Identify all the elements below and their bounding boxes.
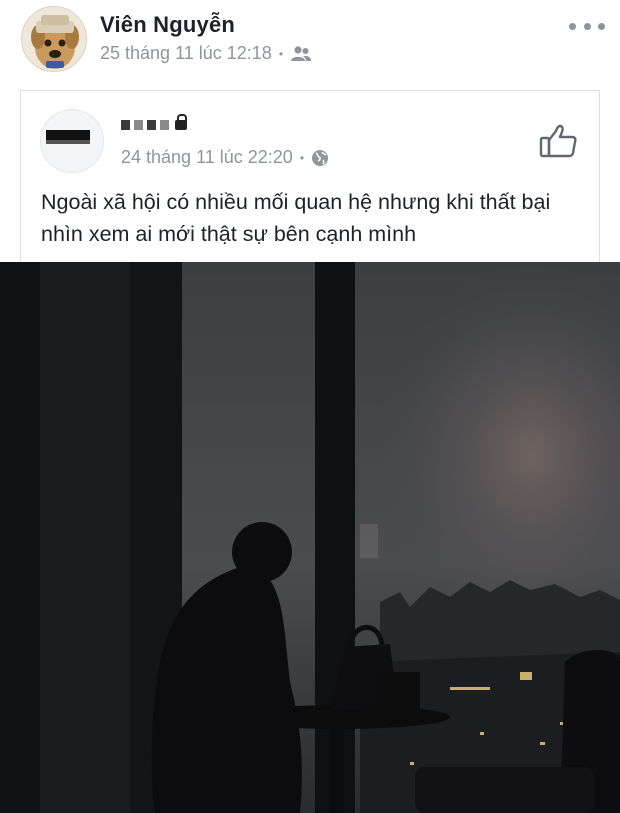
author-avatar[interactable] xyxy=(21,6,87,72)
shared-author-name-redacted[interactable] xyxy=(121,114,187,133)
dog-avatar-icon xyxy=(22,7,86,71)
globe-icon[interactable] xyxy=(311,149,329,167)
thumbs-up-icon xyxy=(539,124,577,158)
author-name[interactable]: Viên Nguyễn xyxy=(100,12,235,38)
shared-post-text: Ngoài xã hội có nhiều mối quan hệ nhưng … xyxy=(41,190,551,246)
post-photo[interactable] xyxy=(0,262,620,813)
dot-separator: • xyxy=(278,46,284,61)
post-header: Viên Nguyễn 25 tháng 11 lúc 12:18 • xyxy=(0,0,620,82)
shared-post-card: 24 tháng 11 lúc 22:20 • Ngoài xã hội có … xyxy=(20,90,600,262)
more-options-icon[interactable] xyxy=(569,16,605,36)
dot-separator: • xyxy=(299,150,305,165)
like-button[interactable] xyxy=(539,123,579,159)
friends-icon[interactable] xyxy=(290,45,312,63)
shared-post-timestamp[interactable]: 24 tháng 11 lúc 22:20 xyxy=(121,147,293,168)
lock-icon xyxy=(175,114,187,130)
post-timestamp[interactable]: 25 tháng 11 lúc 12:18 xyxy=(100,43,272,64)
silhouette-photo xyxy=(0,262,620,813)
shared-post-meta: 24 tháng 11 lúc 22:20 • xyxy=(121,147,329,168)
post-meta: 25 tháng 11 lúc 12:18 • xyxy=(100,43,312,64)
shared-author-avatar[interactable] xyxy=(40,109,104,173)
